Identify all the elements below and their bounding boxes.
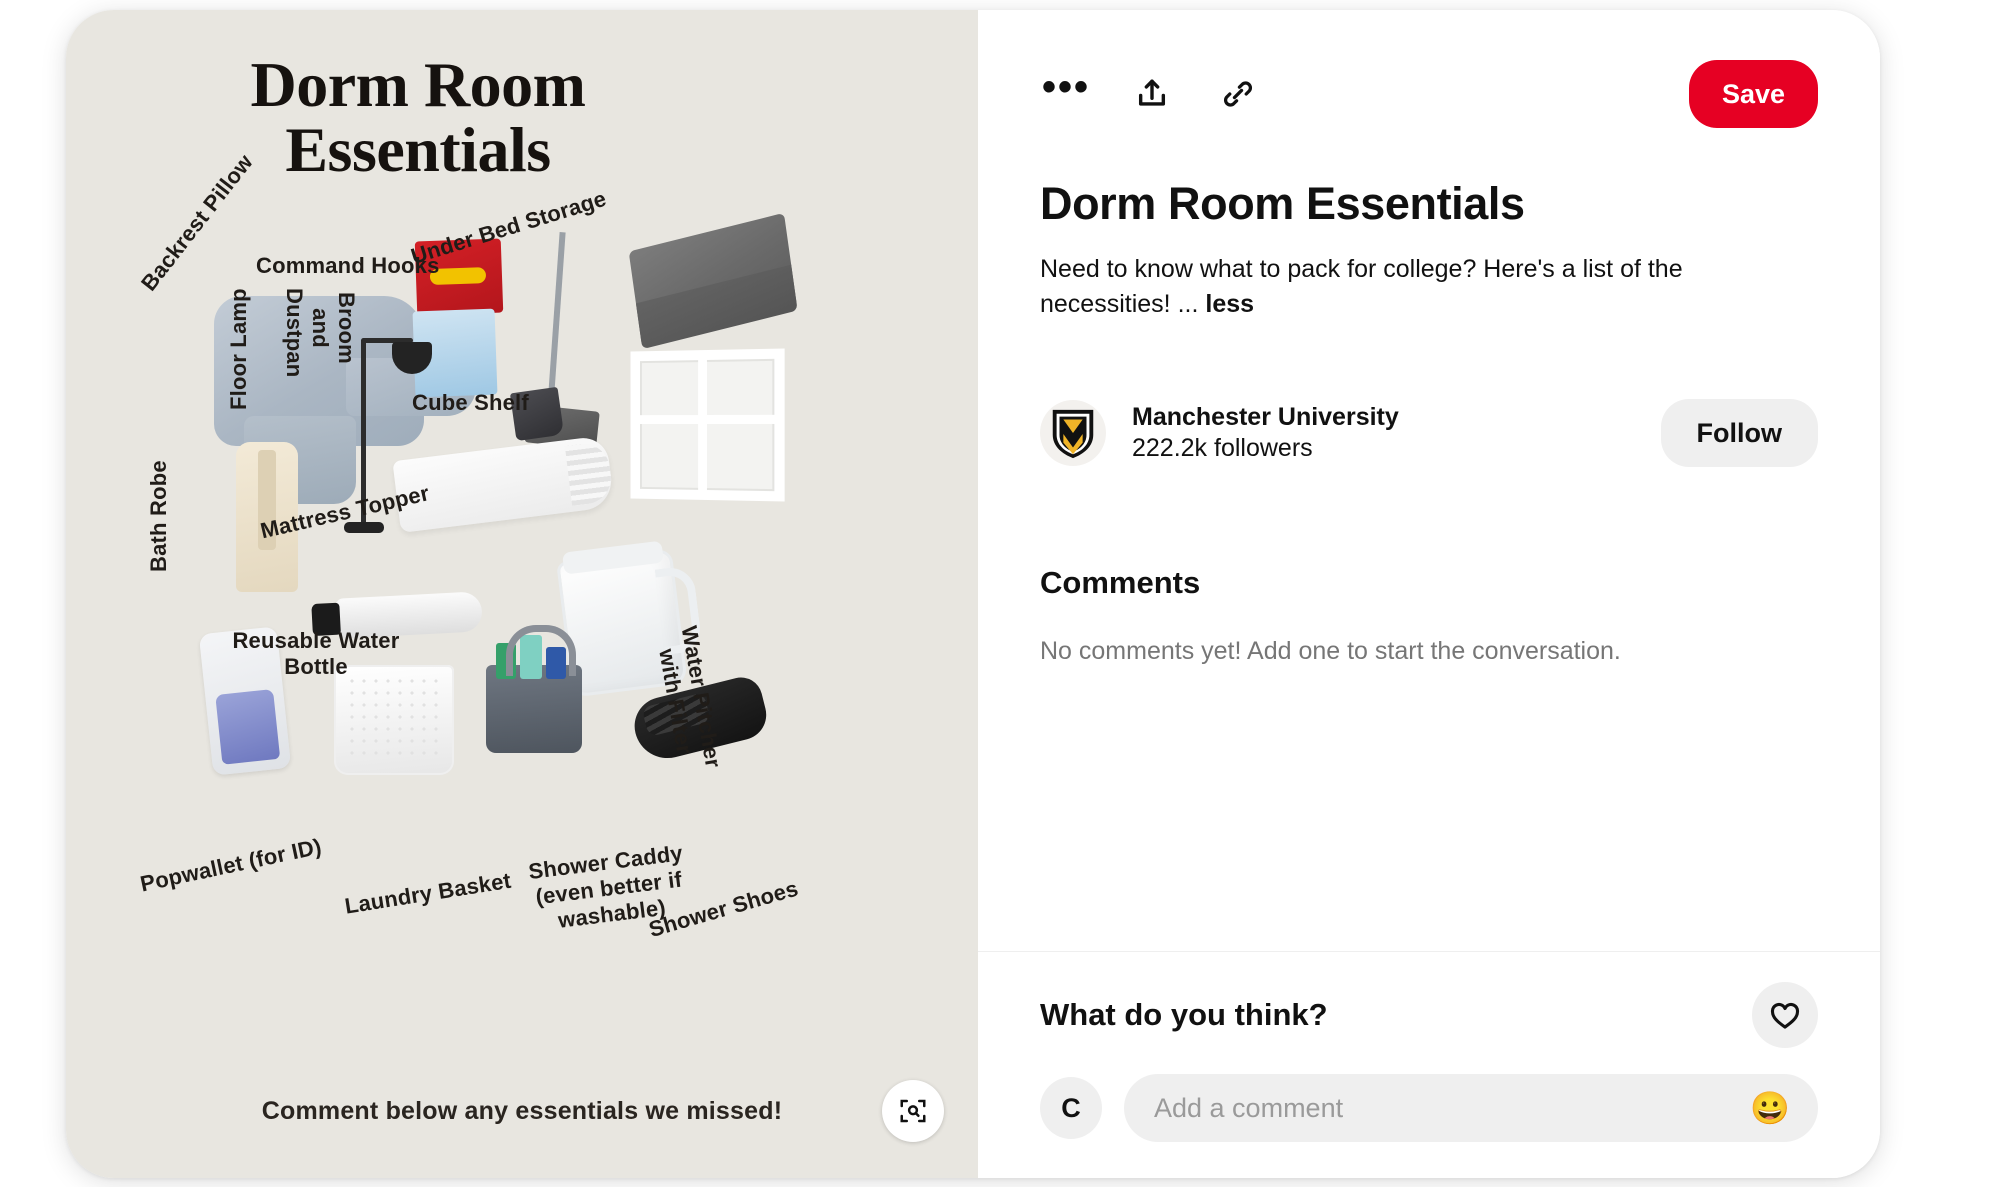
creator-avatar[interactable]	[1040, 400, 1106, 466]
cube-shelf-art	[630, 348, 785, 502]
creator-followers: 222.2k followers	[1132, 434, 1313, 462]
user-avatar[interactable]: C	[1040, 1077, 1102, 1139]
pin-graphic-title: Dorm Room Essentials	[250, 49, 586, 186]
pin-closeup-page: Dorm Room Essentials Backrest Pillow Com…	[0, 0, 1999, 1187]
under-bed-storage-art	[628, 212, 798, 348]
creator-name: Manchester University	[1132, 402, 1399, 431]
more-options-button[interactable]: •••	[1040, 65, 1092, 120]
composer-prompt: What do you think?	[1040, 997, 1328, 1032]
more-options-icon: •••	[1042, 65, 1091, 109]
shower-caddy-art	[486, 625, 582, 753]
share-icon	[1138, 79, 1166, 106]
comments-heading: Comments	[1040, 565, 1201, 600]
pin-detail-pane: ••• Save Dorm Room Essentials Need to kn…	[978, 10, 1880, 1178]
manchester-university-shield-logo	[1052, 409, 1094, 459]
copy-link-button[interactable]	[1212, 68, 1264, 120]
comment-composer-bar: What do you think? C 😀	[978, 951, 1880, 1178]
pin-title: Dorm Room Essentials	[1040, 178, 1525, 229]
composer-prompt-row: What do you think?	[1040, 982, 1818, 1048]
share-button[interactable]	[1126, 68, 1178, 120]
composer-input-row: C 😀	[1040, 1074, 1818, 1142]
comments-empty-state: No comments yet! Add one to start the co…	[1040, 637, 1621, 665]
pin-description-text: Need to know what to pack for college? H…	[1040, 255, 1683, 318]
copy-link-icon	[1223, 81, 1253, 107]
pin-description: Need to know what to pack for college? H…	[1040, 252, 1818, 321]
pin-detail-content: Dorm Room Essentials Need to know what t…	[978, 178, 1880, 951]
follow-button[interactable]: Follow	[1660, 399, 1818, 467]
label-broom-and-dustpan: Broom and Dustpan	[282, 288, 359, 378]
label-cube-shelf: Cube Shelf	[412, 390, 529, 415]
pin-graphic-footer: Comment below any essentials we missed!	[261, 1097, 783, 1125]
laundry-basket-art	[334, 665, 454, 775]
heart-icon	[1770, 1002, 1800, 1029]
label-under-bed-storage: Under Bed Storage	[408, 185, 610, 269]
label-reusable-water-bottle: Reusable Water Bottle	[232, 628, 400, 679]
pin-detail-card: Dorm Room Essentials Backrest Pillow Com…	[66, 10, 1880, 1178]
pin-action-bar: ••• Save	[978, 10, 1880, 178]
pin-description-ellipsis: ...	[1177, 289, 1199, 318]
visual-search-button[interactable]	[882, 1080, 944, 1142]
label-popwallet: Popwallet (for ID)	[138, 833, 324, 897]
comment-field[interactable]: 😀	[1124, 1074, 1818, 1142]
comment-input[interactable]	[1124, 1092, 1818, 1124]
creator-info: Manchester University 222.2k followers	[1132, 402, 1399, 465]
pin-description-toggle[interactable]: less	[1205, 290, 1254, 318]
emoji-picker-button[interactable]: 😀	[1744, 1091, 1796, 1125]
label-bath-robe: Bath Robe	[146, 460, 171, 572]
visual-search-icon	[900, 1099, 926, 1123]
react-heart-button[interactable]	[1752, 982, 1818, 1048]
save-button[interactable]: Save	[1688, 60, 1818, 128]
creator-row[interactable]: Manchester University 222.2k followers F…	[1040, 399, 1818, 467]
label-floor-lamp: Floor Lamp	[226, 288, 251, 410]
pin-image[interactable]: Dorm Room Essentials Backrest Pillow Com…	[66, 10, 978, 1178]
